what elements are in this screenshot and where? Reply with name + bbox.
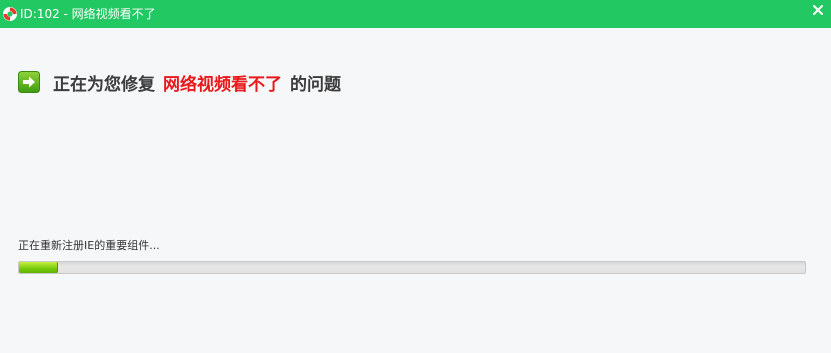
progress-bar — [18, 261, 806, 274]
window-title: ID:102 - 网络视频看不了 — [20, 7, 156, 21]
title-bar[interactable]: ID:102 - 网络视频看不了 — [0, 0, 831, 28]
close-icon[interactable] — [811, 3, 825, 17]
lifebuoy-icon — [3, 7, 17, 21]
heading-suffix: 的问题 — [290, 74, 341, 95]
repair-window: ID:102 - 网络视频看不了 正在为您修复 网络视频看不了 的问题 正在重新… — [0, 0, 831, 353]
repair-heading: 正在为您修复 网络视频看不了 的问题 — [18, 70, 341, 95]
heading-prefix: 正在为您修复 — [53, 74, 155, 95]
progress-fill — [19, 262, 59, 273]
arrow-right-icon — [18, 71, 40, 93]
progress-status: 正在重新注册IE的重要组件... — [18, 239, 160, 252]
problem-name: 网络视频看不了 — [163, 74, 282, 95]
